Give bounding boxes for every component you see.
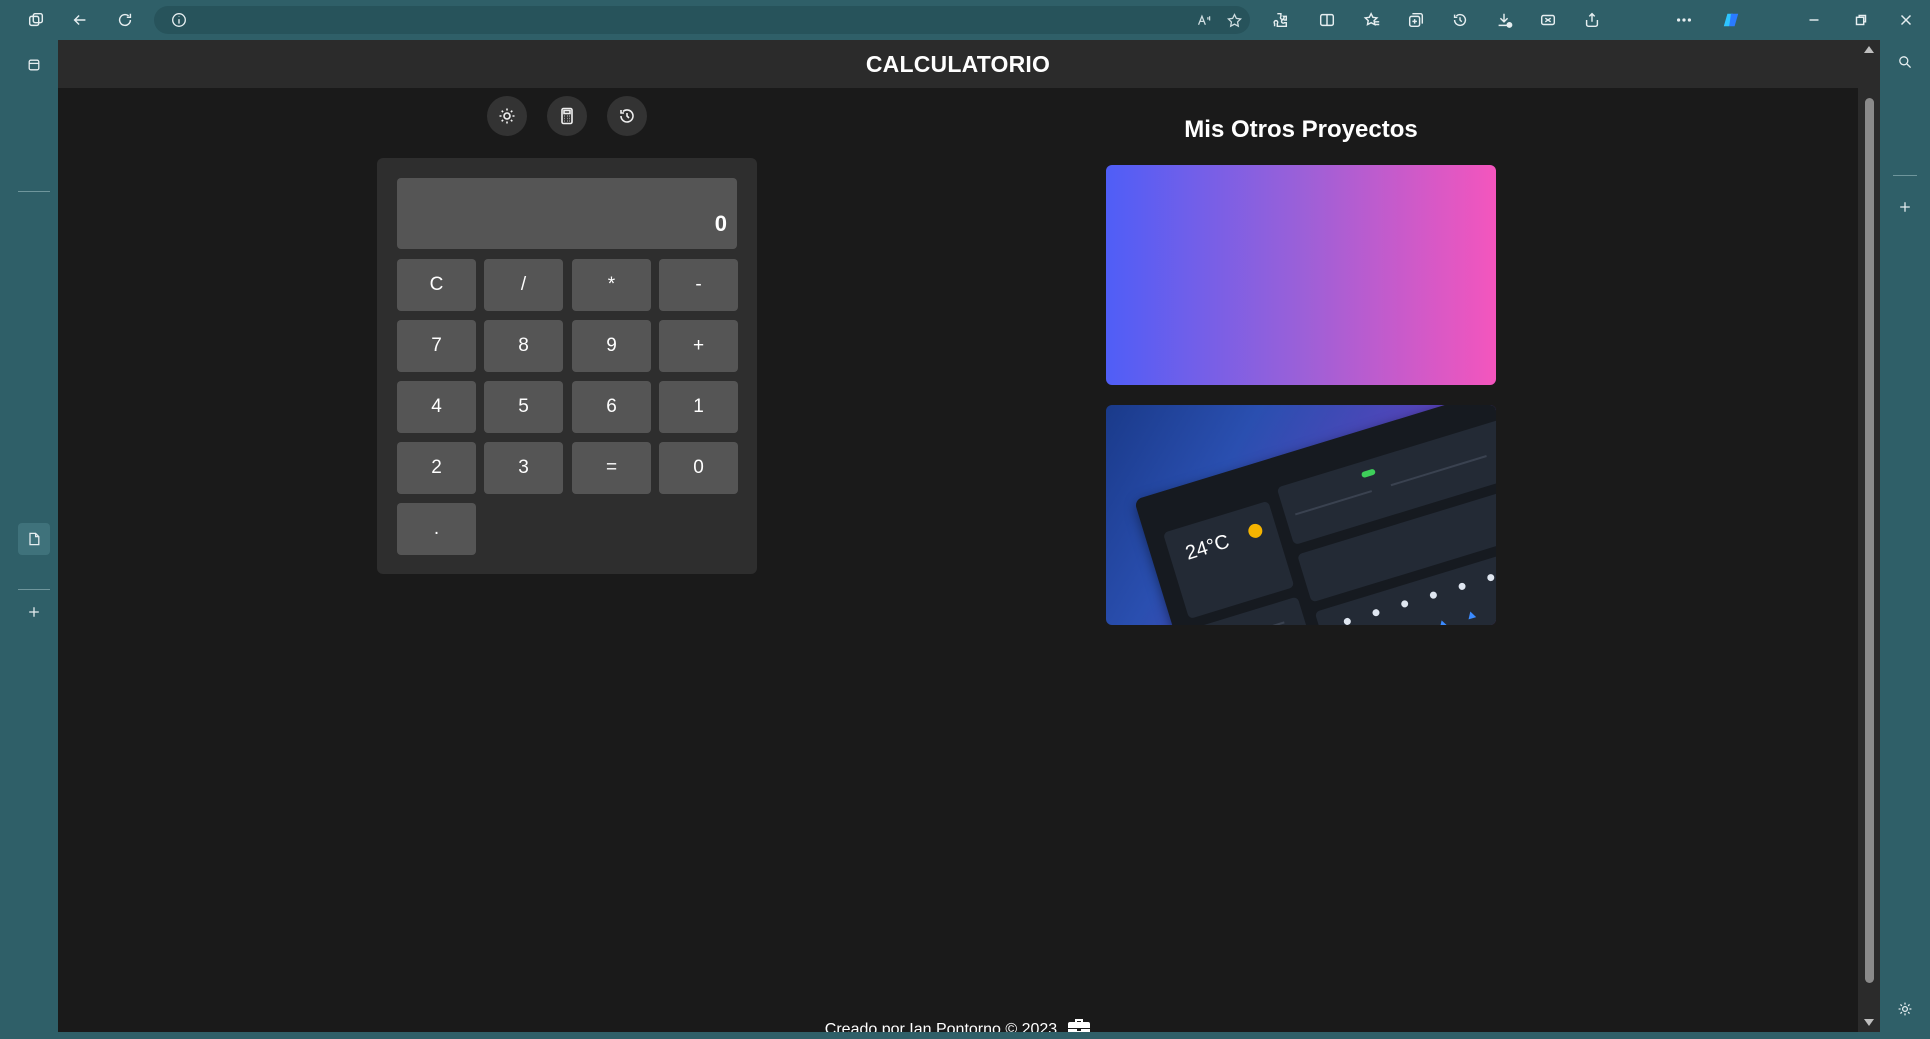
key-add[interactable]: +: [659, 320, 738, 372]
key-decimal[interactable]: .: [397, 503, 476, 555]
favorite-star-icon[interactable]: [1224, 10, 1244, 30]
search-icon[interactable]: [1893, 50, 1917, 74]
scroll-up-arrow-icon[interactable]: [1864, 46, 1874, 53]
workspaces-icon[interactable]: [24, 8, 48, 32]
projects-heading: Mis Otros Proyectos: [1184, 116, 1418, 143]
key-9[interactable]: 9: [572, 320, 651, 372]
back-arrow-icon[interactable]: [68, 8, 92, 32]
more-options-icon[interactable]: [1672, 8, 1696, 32]
read-aloud-icon[interactable]: [1194, 10, 1214, 30]
calculator-mode-button[interactable]: [547, 96, 587, 136]
page-header: CALCULATORIO: [58, 40, 1858, 88]
preview-panel: [1162, 500, 1295, 620]
new-tab-icon[interactable]: [22, 600, 46, 624]
calculator-icon: [561, 107, 573, 125]
scrollbar-thumb[interactable]: [1865, 98, 1874, 983]
sidebar-divider: [18, 191, 50, 192]
favorites-icon[interactable]: [1360, 8, 1384, 32]
history-button[interactable]: [607, 96, 647, 136]
extensions-icon[interactable]: [1268, 8, 1292, 32]
tab-actions-icon[interactable]: [22, 53, 46, 77]
key-6[interactable]: 6: [572, 381, 651, 433]
key-divide[interactable]: /: [484, 259, 563, 311]
page-footer: Creado por Ian Pontorno © 2023: [58, 1016, 1858, 1032]
site-info-icon[interactable]: [170, 11, 188, 29]
address-bar[interactable]: [154, 6, 1250, 34]
calculator-display: 0: [397, 178, 737, 249]
key-1[interactable]: 1: [659, 381, 738, 433]
weather-dashboard-preview: 24°C: [1134, 405, 1496, 625]
footer-credit: Creado por Ian Pontorno © 2023: [824, 1020, 1058, 1033]
scroll-down-arrow-icon[interactable]: [1864, 1019, 1874, 1026]
key-equals[interactable]: =: [572, 442, 651, 494]
key-clear[interactable]: C: [397, 259, 476, 311]
settings-gear-icon[interactable]: [1893, 997, 1917, 1021]
key-3[interactable]: 3: [484, 442, 563, 494]
screenshot-icon[interactable]: [1536, 8, 1560, 32]
sidebar-divider: [1893, 175, 1917, 176]
history-browser-icon[interactable]: [1448, 8, 1472, 32]
vertical-tabs-sidebar: [10, 40, 58, 1032]
refresh-icon[interactable]: [113, 8, 137, 32]
minimize-icon[interactable]: [1802, 8, 1826, 32]
page-scrollbar[interactable]: [1858, 40, 1880, 1032]
key-2[interactable]: 2: [397, 442, 476, 494]
key-8[interactable]: 8: [484, 320, 563, 372]
close-window-icon[interactable]: [1894, 8, 1918, 32]
key-5[interactable]: 5: [484, 381, 563, 433]
share-icon[interactable]: [1580, 8, 1604, 32]
collections-icon[interactable]: [1404, 8, 1428, 32]
key-0[interactable]: 0: [659, 442, 738, 494]
restore-icon[interactable]: [1849, 8, 1873, 32]
browser-toolbar: [0, 0, 1930, 40]
history-icon: [620, 109, 634, 123]
page-title: CALCULATORIO: [865, 50, 1051, 77]
sidebar-divider: [18, 589, 50, 590]
calculator: 0 C / * - 7 8 9 + 4 5 6 1 2 3 = 0 .: [377, 158, 757, 574]
page-tab-icon[interactable]: [18, 523, 50, 555]
key-subtract[interactable]: -: [659, 259, 738, 311]
project-card-weather[interactable]: 24°C: [1106, 405, 1496, 625]
briefcase-icon[interactable]: [1067, 1016, 1091, 1032]
key-4[interactable]: 4: [397, 381, 476, 433]
copilot-icon[interactable]: [1719, 8, 1743, 32]
theme-toggle-button[interactable]: [487, 96, 527, 136]
split-screen-icon[interactable]: [1315, 8, 1339, 32]
downloads-icon[interactable]: [1492, 8, 1516, 32]
project-card[interactable]: [1106, 165, 1496, 385]
key-7[interactable]: 7: [397, 320, 476, 372]
edge-sidebar: [1880, 40, 1930, 1032]
key-multiply[interactable]: *: [572, 259, 651, 311]
sun-icon: [499, 108, 515, 124]
add-icon[interactable]: [1893, 195, 1917, 219]
page-viewport: CALCULATORIO 0 C / * - 7 8 9 + 4 5 6 1 2…: [58, 40, 1858, 1032]
